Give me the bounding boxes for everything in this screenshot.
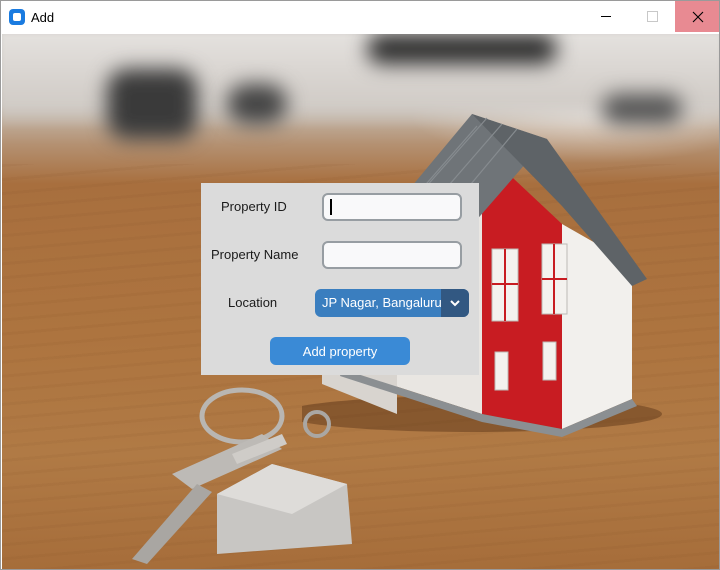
- location-selected-value: JP Nagar, Bangaluru: [322, 295, 442, 310]
- close-button[interactable]: [675, 1, 719, 32]
- window-title: Add: [31, 10, 55, 25]
- add-window: Add Property ID Property Name Location J…: [0, 0, 720, 570]
- title-bar[interactable]: Add: [1, 1, 719, 33]
- keys-image: [132, 387, 352, 564]
- location-label: Location: [228, 295, 278, 310]
- property-id-input[interactable]: [322, 193, 462, 221]
- add-property-button[interactable]: Add property: [270, 337, 410, 365]
- app-icon: [9, 9, 25, 25]
- text-cursor: [330, 199, 332, 215]
- location-dropdown-button[interactable]: [441, 289, 469, 317]
- chevron-down-icon: [450, 299, 460, 306]
- minimize-button[interactable]: [583, 1, 629, 32]
- background-blur-shape: [107, 69, 197, 139]
- property-id-label: Property ID: [221, 199, 287, 214]
- background-blur-shape: [227, 84, 287, 124]
- property-name-input[interactable]: [322, 241, 462, 269]
- location-dropdown[interactable]: JP Nagar, Bangaluru: [315, 289, 469, 317]
- maximize-button[interactable]: [629, 1, 675, 32]
- close-icon: [692, 11, 704, 22]
- background-blur-shape: [367, 34, 557, 64]
- property-name-label: Property Name: [211, 247, 299, 262]
